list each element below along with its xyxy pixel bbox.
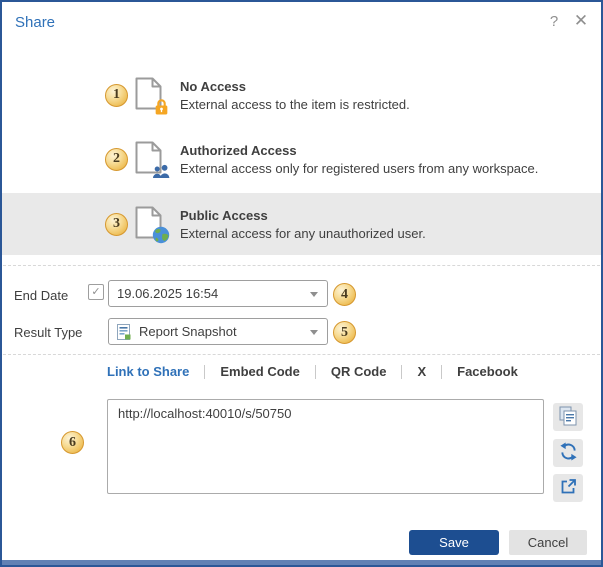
dialog-bottom-edge [2,560,601,565]
chevron-down-icon [310,292,318,297]
regenerate-link-button[interactable] [553,439,583,467]
document-lock-icon [135,77,167,113]
dialog-title: Share [15,14,55,31]
tab-embed-code[interactable]: Embed Code [205,364,314,379]
tab-link-to-share[interactable]: Link to Share [107,364,204,379]
option-description: External access only for registered user… [180,161,538,176]
option-title: Authorized Access [180,143,538,158]
access-option-authorized-access[interactable]: 2 Authorized Access External access only… [2,132,601,186]
callout-badge-2: 2 [105,148,128,171]
option-text-public-access: Public Access External access for any un… [180,208,426,241]
save-button[interactable]: Save [409,530,499,555]
result-type-value: Report Snapshot [139,324,237,339]
access-option-no-access[interactable]: 1 No Access External access to the item … [2,68,601,122]
result-type-select[interactable]: Report Snapshot [108,318,328,345]
help-button[interactable]: ? [545,13,563,31]
callout-badge-4: 4 [333,283,356,306]
tab-x[interactable]: X [402,364,441,379]
copy-link-button[interactable] [553,403,583,431]
option-text-no-access: No Access External access to the item is… [180,79,410,112]
tab-facebook[interactable]: Facebook [442,364,533,379]
refresh-icon [559,442,578,464]
share-url-text: http://localhost:40010/s/50750 [118,406,291,421]
end-date-input[interactable]: 19.06.2025 16:54 [108,280,328,307]
copy-icon [559,406,577,429]
tab-qr-code[interactable]: QR Code [316,364,402,379]
document-users-icon [135,141,167,177]
end-date-value: 19.06.2025 16:54 [117,286,218,301]
callout-badge-3: 3 [105,213,128,236]
option-title: Public Access [180,208,426,223]
separator [3,265,600,266]
option-description: External access for any unauthorized use… [180,226,426,241]
share-dialog: Share ? ✕ 1 No Access External access to… [0,0,603,567]
option-text-authorized-access: Authorized Access External access only f… [180,143,538,176]
document-globe-icon [135,206,167,242]
callout-badge-6: 6 [61,431,84,454]
end-date-checkbox[interactable]: ✓ [88,284,104,300]
share-tabs: Link to Share Embed Code QR Code X Faceb… [107,364,533,379]
open-link-button[interactable] [553,474,583,502]
option-description: External access to the item is restricte… [180,97,410,112]
report-snapshot-icon [117,324,131,340]
cancel-button[interactable]: Cancel [509,530,587,555]
open-external-icon [560,478,577,498]
option-title: No Access [180,79,410,94]
chevron-down-icon [310,330,318,335]
close-icon[interactable]: ✕ [571,11,591,31]
access-option-public-access[interactable]: 3 Public Access External access for any … [2,193,601,255]
result-type-label: Result Type [14,325,82,340]
end-date-label: End Date [14,288,68,303]
separator [3,354,600,355]
callout-badge-5: 5 [333,321,356,344]
callout-badge-1: 1 [105,84,128,107]
share-url-textbox[interactable]: http://localhost:40010/s/50750 [107,399,544,494]
